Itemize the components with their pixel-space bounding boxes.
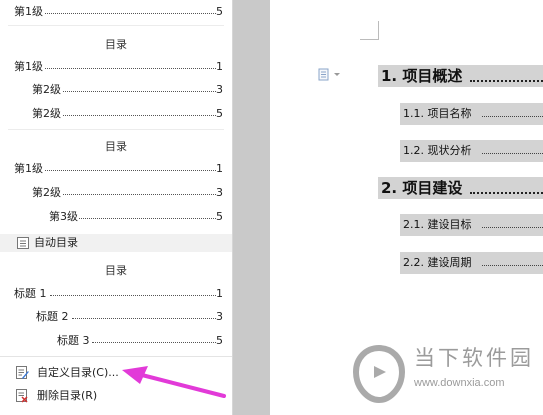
toc-handle-icon[interactable]	[318, 68, 344, 82]
toc-dropdown-panel: 第1级 5 目录 第1级 1 第2级 3 第2级 5 目录 第1级 1 第2级 …	[0, 0, 233, 415]
toc-entry-label: 标题 3	[57, 330, 91, 352]
toc-entry-label: 第1级	[14, 56, 44, 78]
toc-entry: 标题 1 1	[0, 283, 232, 305]
toc-entry: 第2级 5	[0, 103, 232, 125]
leader-dots	[58, 91, 216, 92]
toc-entry-page: 5	[216, 1, 223, 23]
toc-heading-line[interactable]: 1.1. 项目名称	[400, 103, 543, 125]
toc-entry-label: 第2级	[32, 79, 62, 101]
toc-entry-page: 3	[216, 182, 223, 204]
leader-dots	[38, 68, 216, 69]
watermark: 当下软件园 www.downxia.com	[352, 342, 543, 412]
toc-entry: 标题 2 3	[0, 306, 232, 328]
leader-dots	[76, 218, 216, 219]
toc-heading-line[interactable]: 2. 项目建设	[378, 177, 543, 199]
delete-toc-icon	[16, 389, 28, 403]
toc-entry-page: 5	[216, 330, 223, 352]
toc-entry: 第1级 1	[0, 56, 232, 78]
toc-heading-line[interactable]: 1.2. 现状分析	[400, 140, 543, 162]
toc-entry: 第2级 3	[0, 182, 232, 204]
toc-entry-label: 第2级	[32, 182, 62, 204]
toc-heading-text: 2. 项目建设	[381, 179, 463, 197]
page-corner-mark	[360, 21, 379, 40]
toc-heading-text: 2.2. 建设周期	[403, 256, 472, 269]
toc-entry-page: 1	[216, 283, 223, 305]
toc-entry-page: 5	[216, 206, 223, 228]
toc-heading-line[interactable]: 1. 项目概述	[378, 65, 543, 87]
divider	[8, 25, 224, 26]
toc-style-title: 目录	[105, 264, 127, 277]
toc-entry-label: 第1级	[14, 1, 44, 23]
toc-list-icon	[17, 237, 29, 249]
toc-entry-page: 3	[216, 79, 223, 101]
divider	[0, 356, 232, 357]
toc-entry-label: 标题 2	[36, 306, 70, 328]
toc-entry: 第3级 5	[0, 206, 232, 228]
delete-toc-label: 删除目录(R)	[37, 389, 98, 402]
divider	[8, 129, 224, 130]
toc-heading-line[interactable]: 2.1. 建设目标	[400, 214, 543, 236]
toc-preview-0-entry-1[interactable]: 第1级 5	[0, 1, 232, 23]
leader-dots	[92, 342, 216, 343]
leader-dots	[482, 265, 543, 266]
toc-heading-text: 1.2. 现状分析	[403, 144, 472, 157]
toc-entry-page: 3	[216, 306, 223, 328]
watermark-url: www.downxia.com	[414, 377, 505, 389]
toc-entry-page: 5	[216, 103, 223, 125]
auto-toc-label: 自动目录	[34, 236, 78, 249]
document-gutter	[233, 0, 270, 415]
leader-dots	[482, 153, 543, 154]
leader-dots	[58, 115, 216, 116]
toc-heading-text: 1. 项目概述	[381, 67, 463, 85]
leader-dots	[482, 116, 543, 117]
toc-entry-label: 第3级	[49, 206, 79, 228]
leader-dots	[470, 80, 543, 82]
toc-entry-label: 第2级	[32, 103, 62, 125]
toc-entry: 第2级 3	[0, 79, 232, 101]
toc-heading-line[interactable]: 2.2. 建设周期	[400, 252, 543, 274]
leader-dots	[36, 13, 216, 14]
toc-entry: 标题 3 5	[0, 330, 232, 352]
toc-style-title: 目录	[105, 140, 127, 153]
annotation-arrow-icon	[122, 366, 226, 398]
toc-entry-label: 第1级	[14, 158, 44, 180]
leader-dots	[470, 192, 543, 194]
leader-dots	[58, 194, 216, 195]
custom-toc-label: 自定义目录(C)...	[37, 366, 119, 379]
toc-heading-text: 2.1. 建设目标	[403, 218, 472, 231]
custom-toc-icon	[16, 366, 29, 379]
leader-dots	[50, 295, 216, 296]
toc-entry-page: 1	[216, 56, 223, 78]
auto-toc-section-header: 自动目录	[0, 234, 232, 252]
word-processor-window: 第1级 5 目录 第1级 1 第2级 3 第2级 5 目录 第1级 1 第2级 …	[0, 0, 543, 415]
leader-dots	[38, 170, 216, 171]
toc-entry: 第1级 1	[0, 158, 232, 180]
toc-style-title: 目录	[105, 38, 127, 51]
toc-entry-label: 标题 1	[14, 283, 48, 305]
leader-dots	[482, 227, 543, 228]
watermark-logo-icon	[352, 344, 406, 404]
watermark-brand: 当下软件园	[414, 346, 534, 370]
toc-entry-page: 1	[216, 158, 223, 180]
toc-heading-text: 1.1. 项目名称	[403, 107, 472, 120]
leader-dots	[72, 318, 216, 319]
